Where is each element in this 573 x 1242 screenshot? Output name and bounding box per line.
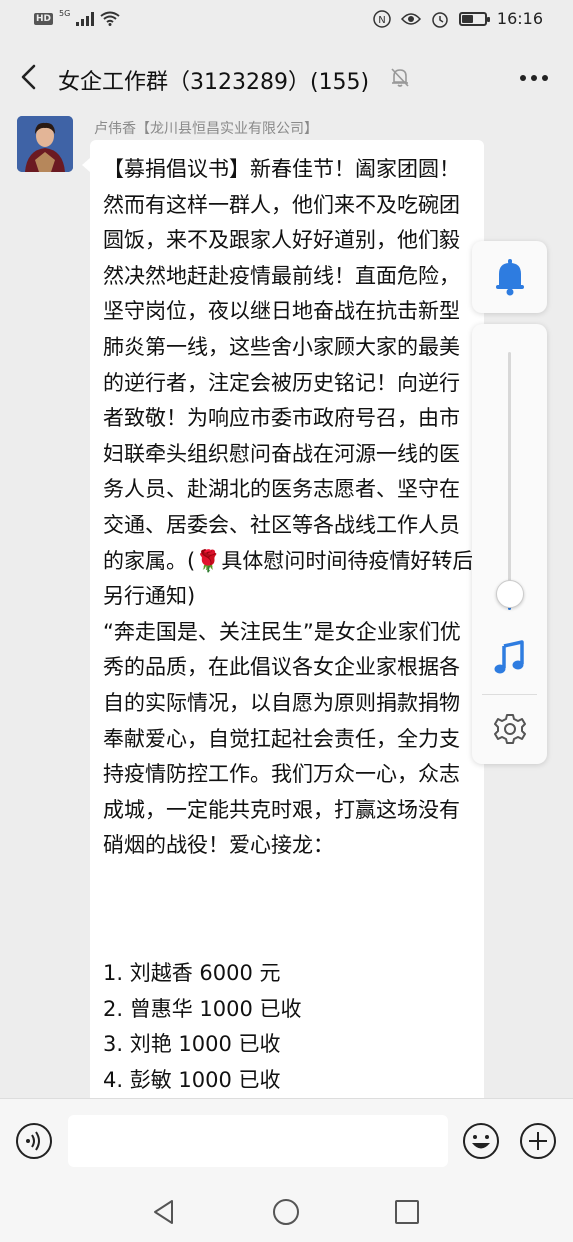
emoji-icon[interactable] bbox=[462, 1122, 500, 1160]
volume-slider-track[interactable] bbox=[508, 352, 511, 610]
status-right: N 16:16 bbox=[373, 9, 543, 28]
sender-name: 卢伟香【龙川县恒昌实业有限公司】 bbox=[94, 121, 318, 137]
battery-fill bbox=[461, 14, 473, 23]
music-note-icon[interactable] bbox=[492, 640, 528, 676]
panel-divider bbox=[482, 694, 537, 695]
list-item: 3. 刘艳 1000 已收 bbox=[103, 1032, 281, 1057]
donation-list: 1. 刘越香 6000 元 2. 曾惠华 1000 已收 3. 刘艳 1000 … bbox=[103, 956, 473, 1098]
list-item: 4. 彭敏 1000 已收 bbox=[103, 1067, 281, 1092]
list-item: 2. 曾惠华 1000 已收 bbox=[103, 996, 302, 1021]
battery-icon bbox=[458, 11, 490, 26]
system-nav-bar bbox=[0, 1174, 573, 1242]
back-arrow-icon[interactable] bbox=[14, 62, 44, 92]
alarm-icon bbox=[432, 11, 448, 28]
message-bubble[interactable]: 【募捐倡议书】新春佳节！阖家团圆！然而有这样一群人，他们来不及吃碗团圆饭，来不及… bbox=[82, 140, 484, 1098]
chat-header: 女企工作群（3123289）(155) bbox=[0, 42, 573, 112]
hd-badge: HD bbox=[34, 12, 54, 25]
input-bar bbox=[0, 1098, 573, 1174]
message-input[interactable] bbox=[68, 1115, 448, 1167]
volume-panel bbox=[472, 324, 547, 764]
status-bar: HD 5G N 16:16 bbox=[0, 0, 573, 42]
nfc-icon: N bbox=[373, 9, 391, 28]
voice-input-icon[interactable] bbox=[15, 1122, 53, 1160]
gear-icon[interactable] bbox=[493, 712, 527, 746]
chat-title: 女企工作群（3123289）(155) bbox=[58, 70, 370, 95]
signal-icon bbox=[76, 11, 95, 26]
muted-bell-icon bbox=[391, 68, 409, 87]
volume-slider-thumb[interactable] bbox=[496, 580, 524, 608]
notification-float[interactable] bbox=[472, 241, 547, 313]
more-options-icon[interactable] bbox=[519, 74, 549, 82]
status-left: HD 5G bbox=[34, 9, 120, 26]
bell-icon[interactable] bbox=[492, 257, 528, 297]
clock: 16:16 bbox=[496, 9, 543, 28]
svg-text:N: N bbox=[378, 15, 385, 26]
message-text: 【募捐倡议书】新春佳节！阖家团圆！然而有这样一群人，他们来不及吃碗团圆饭，来不及… bbox=[103, 157, 474, 858]
nav-recent-apps-icon[interactable] bbox=[394, 1199, 420, 1225]
nav-back-icon[interactable] bbox=[150, 1198, 178, 1226]
avatar[interactable] bbox=[17, 116, 73, 172]
nav-home-icon[interactable] bbox=[272, 1198, 300, 1226]
plus-icon[interactable] bbox=[519, 1122, 557, 1160]
network-label: 5G bbox=[59, 9, 71, 18]
eye-icon bbox=[400, 12, 421, 25]
wifi-icon bbox=[100, 11, 120, 26]
avatar-portrait-icon bbox=[17, 116, 73, 172]
list-item: 1. 刘越香 6000 元 bbox=[103, 961, 281, 985]
